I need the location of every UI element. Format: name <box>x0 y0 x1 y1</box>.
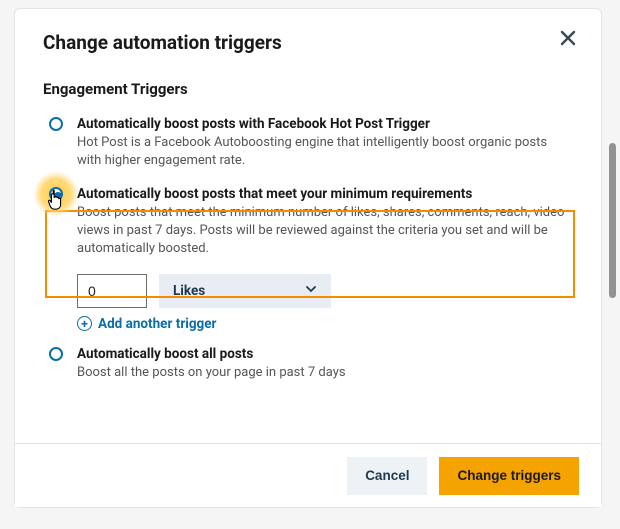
option-minimum-requirements[interactable]: Automatically boost posts that meet your… <box>49 182 573 264</box>
change-triggers-button[interactable]: Change triggers <box>439 457 579 495</box>
dialog-footer: Cancel Change triggers <box>15 443 601 507</box>
close-button[interactable] <box>553 23 583 53</box>
section-title: Engagement Triggers <box>43 80 573 98</box>
option-boost-all[interactable]: Automatically boost all posts Boost all … <box>49 342 573 394</box>
add-another-trigger[interactable]: + Add another trigger <box>77 316 573 332</box>
criteria-row: Likes <box>77 274 573 308</box>
option-desc: Hot Post is a Facebook Autoboosting engi… <box>77 134 573 170</box>
option-title: Automatically boost posts with Facebook … <box>77 116 573 132</box>
trigger-options: Automatically boost posts with Facebook … <box>43 112 573 394</box>
radio-boost-all[interactable] <box>49 347 63 361</box>
metric-select[interactable]: Likes <box>159 274 331 308</box>
scrollbar-thumb[interactable] <box>609 143 616 298</box>
metric-selected-label: Likes <box>173 283 205 299</box>
radio-hot-post[interactable] <box>49 117 63 131</box>
add-trigger-label: Add another trigger <box>98 316 217 332</box>
change-triggers-dialog: Change automation triggers Engagement Tr… <box>14 8 602 508</box>
plus-circle-icon: + <box>77 316 92 331</box>
option-title: Automatically boost all posts <box>77 346 573 362</box>
option-desc: Boost all the posts on your page in past… <box>77 364 573 382</box>
threshold-input[interactable] <box>77 274 147 308</box>
option-title: Automatically boost posts that meet your… <box>77 186 573 202</box>
cancel-button[interactable]: Cancel <box>347 457 427 495</box>
radio-minimum-requirements[interactable] <box>49 187 63 201</box>
option-desc: Boost posts that meet the minimum number… <box>77 204 573 258</box>
close-icon <box>560 30 576 46</box>
dialog-title: Change automation triggers <box>43 31 573 54</box>
option-hot-post[interactable]: Automatically boost posts with Facebook … <box>49 112 573 182</box>
chevron-down-icon <box>305 283 317 299</box>
